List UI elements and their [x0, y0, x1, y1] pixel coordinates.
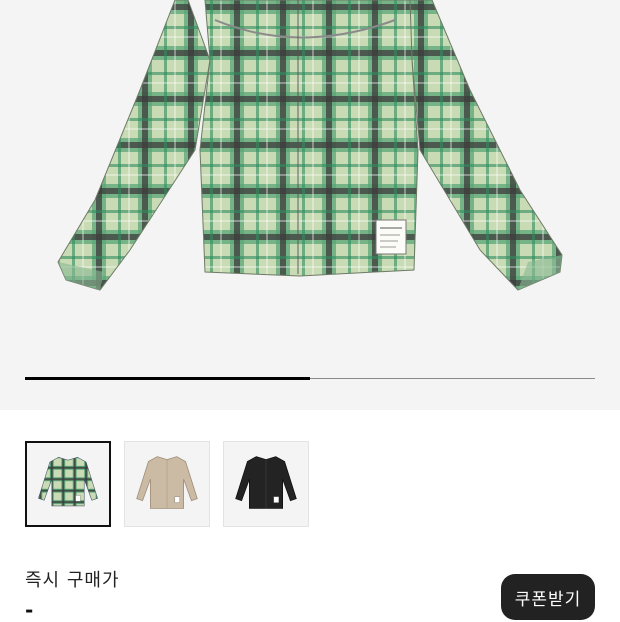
- beige-shirt-thumbnail-image: [136, 456, 198, 509]
- green-plaid-shirt-thumbnail-image: [38, 456, 98, 507]
- thumbnail-green-plaid[interactable]: [25, 441, 111, 527]
- instant-purchase-price-label: 즉시 구매가: [25, 570, 120, 591]
- thumbnail-black[interactable]: [223, 441, 309, 527]
- shirt-image: [57, 0, 563, 291]
- gallery-progress-indicator: [25, 377, 310, 380]
- black-shirt-thumbnail-image: [235, 456, 297, 509]
- product-image-hero[interactable]: [0, 0, 620, 410]
- thumbnail-beige[interactable]: [124, 441, 210, 527]
- instant-purchase-price-value: -: [25, 598, 34, 622]
- get-coupon-button[interactable]: 쿠폰받기: [501, 574, 595, 620]
